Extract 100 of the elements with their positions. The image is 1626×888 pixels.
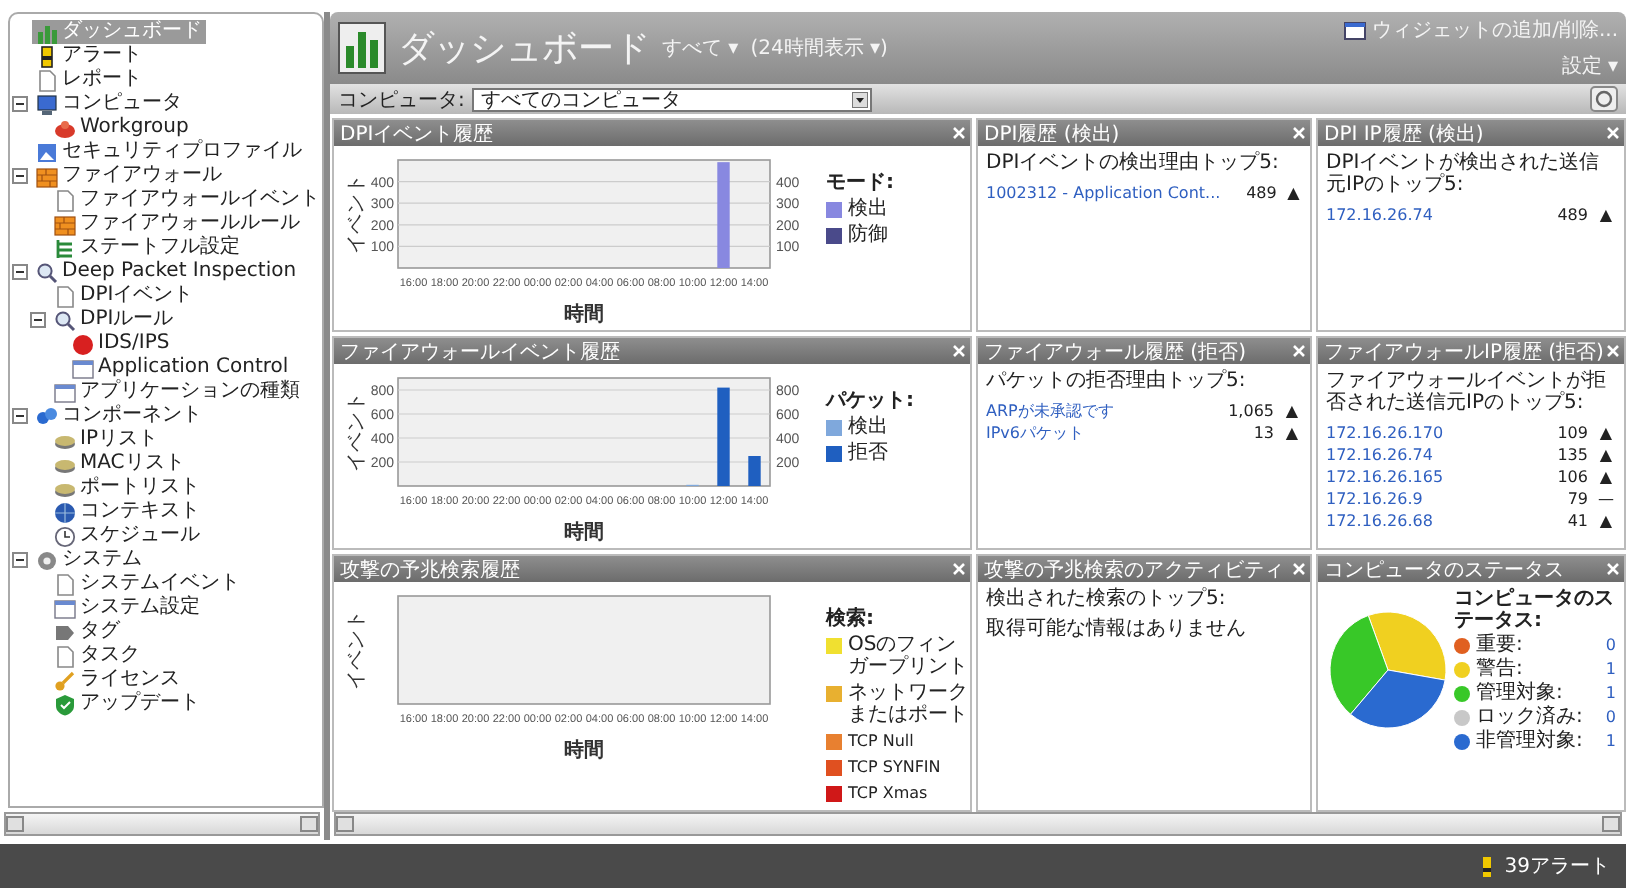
alerts-button[interactable]: 39アラート: [1472, 852, 1614, 880]
window-icon: [54, 381, 76, 403]
close-icon[interactable]: [1606, 562, 1620, 576]
sidebar-item[interactable]: ライセンス: [50, 668, 184, 692]
close-icon[interactable]: [1292, 126, 1306, 140]
sidebar-item[interactable]: Application Control: [68, 356, 293, 380]
window-icon: [1344, 19, 1367, 41]
window-icon: [54, 597, 76, 619]
network-icon: [54, 237, 76, 259]
trend-indicator: ▲: [1597, 511, 1615, 529]
sidebar-item[interactable]: システム設定: [50, 596, 204, 620]
count-link[interactable]: 1: [1605, 684, 1616, 702]
sidebar-item[interactable]: タスク: [50, 644, 144, 668]
close-icon[interactable]: [1292, 562, 1306, 576]
list-link[interactable]: 172.16.26.170: [1326, 423, 1524, 441]
sidebar-item[interactable]: Deep Packet Inspection: [32, 260, 301, 284]
list-link[interactable]: 172.16.26.74: [1326, 445, 1524, 463]
sidebar-item[interactable]: コンポーネント: [32, 404, 206, 428]
trend-indicator: ▲: [1597, 205, 1615, 223]
sidebar-item[interactable]: DPIイベント: [50, 284, 198, 308]
count-label: 106: [1555, 467, 1588, 485]
sidebar-item[interactable]: ステートフル設定: [50, 236, 244, 260]
sidebar-item[interactable]: ファイアウォールイベント: [50, 188, 322, 212]
horizontal-scrollbar[interactable]: [334, 812, 1622, 836]
status-label: 管理対象:: [1476, 682, 1565, 704]
collapse-toggle[interactable]: [12, 552, 28, 568]
key-icon: [54, 669, 76, 691]
list-link[interactable]: 172.16.26.68: [1326, 511, 1524, 529]
close-icon[interactable]: [1606, 126, 1620, 140]
sidebar-item[interactable]: アップデート: [50, 692, 204, 716]
sidebar-item[interactable]: コンピュータ: [32, 92, 186, 116]
gear-icon: [36, 549, 58, 571]
sidebar-item[interactable]: ポートリスト: [50, 476, 204, 500]
sidebar-item[interactable]: IPリスト: [50, 428, 162, 452]
sidebar-item[interactable]: MACリスト: [50, 452, 189, 476]
list-link[interactable]: 1002312 - Application Cont...: [986, 183, 1221, 201]
sidebar-item[interactable]: コンテキスト: [50, 500, 204, 524]
list-heading: ファイアウォールイベントが拒否された送信元IPのトップ5:: [1326, 370, 1608, 414]
page-title: ダッシュボード: [398, 26, 650, 72]
window-icon: [72, 357, 94, 379]
empty-message: 取得可能な情報はありません: [986, 618, 1248, 642]
widget-title: 攻撃の予兆検索のアクティビティ: [984, 557, 1284, 583]
axis-title: 時間: [564, 522, 604, 542]
document-icon: [36, 69, 58, 91]
sidebar-item[interactable]: システムイベント: [50, 572, 244, 596]
legend-label: TCP SYNFIN: [848, 756, 941, 778]
collapse-toggle[interactable]: [12, 408, 28, 424]
close-icon[interactable]: [952, 126, 966, 140]
close-icon[interactable]: [1606, 344, 1620, 358]
collapse-toggle[interactable]: [12, 168, 28, 184]
alert-icon: [36, 45, 58, 67]
horizontal-scrollbar[interactable]: [4, 812, 320, 836]
group-icon: [54, 117, 76, 139]
count-link[interactable]: 1: [1605, 732, 1616, 750]
close-icon[interactable]: [952, 562, 966, 576]
dashboard-logo-icon: [338, 22, 386, 74]
status-label: 警告:: [1476, 658, 1525, 680]
computer-select[interactable]: すべてのコンピュータ: [472, 87, 873, 111]
document-icon: [54, 189, 76, 211]
list-link[interactable]: 172.16.26.9: [1326, 489, 1524, 507]
count-link[interactable]: 1: [1605, 660, 1616, 678]
sidebar-item[interactable]: アラート: [32, 44, 146, 68]
sidebar-item[interactable]: IDS/IPS: [68, 332, 174, 356]
legend-label: 拒否: [848, 442, 888, 464]
sidebar-item[interactable]: タグ: [50, 620, 124, 644]
sidebar-item[interactable]: レポート: [32, 68, 146, 92]
sidebar-item[interactable]: システム: [32, 548, 146, 572]
list-link[interactable]: 172.16.26.74: [1326, 205, 1524, 223]
sidebar-item[interactable]: アプリケーションの種類: [50, 380, 304, 404]
component-icon: [36, 405, 58, 427]
count-link[interactable]: 0: [1605, 636, 1616, 654]
magnifier-icon: [54, 309, 76, 331]
refresh-button[interactable]: [1590, 86, 1618, 112]
axis-title: イベント: [346, 174, 368, 254]
count-link[interactable]: 0: [1605, 708, 1616, 726]
legend-title: 検索:: [826, 608, 876, 630]
chart-icon: [36, 21, 58, 43]
collapse-toggle[interactable]: [30, 312, 46, 328]
trend-indicator: ▲: [1597, 423, 1615, 441]
sidebar-item[interactable]: セキュリティプロファイル: [32, 140, 306, 164]
list-link[interactable]: ARPが未承認です: [986, 399, 1210, 421]
list-heading: DPIイベントが検出された送信元IPのトップ5:: [1326, 152, 1602, 196]
list-link[interactable]: IPv6パケット: [986, 421, 1210, 443]
sidebar-item[interactable]: ファイアウォール: [32, 164, 226, 188]
trend-indicator: ▲: [1597, 467, 1615, 485]
list-link[interactable]: 172.16.26.165: [1326, 467, 1524, 485]
sidebar-item[interactable]: DPIルール: [50, 308, 178, 332]
collapse-toggle[interactable]: [12, 264, 28, 280]
sidebar-item[interactable]: Workgroup: [50, 116, 193, 140]
sidebar-item[interactable]: ファイアウォールルール: [50, 212, 304, 236]
tag-icon: [54, 621, 76, 643]
filter-label: コンピュータ:: [338, 87, 465, 113]
close-icon[interactable]: [952, 344, 966, 358]
collapse-toggle[interactable]: [12, 96, 28, 112]
sidebar-item[interactable]: スケジュール: [50, 524, 204, 548]
shield-icon: [54, 693, 76, 715]
axis-title: イベント: [346, 392, 368, 472]
chart-bar: [717, 162, 730, 268]
close-icon[interactable]: [1292, 344, 1306, 358]
widget-title: 攻撃の予兆検索履歴: [340, 557, 520, 583]
